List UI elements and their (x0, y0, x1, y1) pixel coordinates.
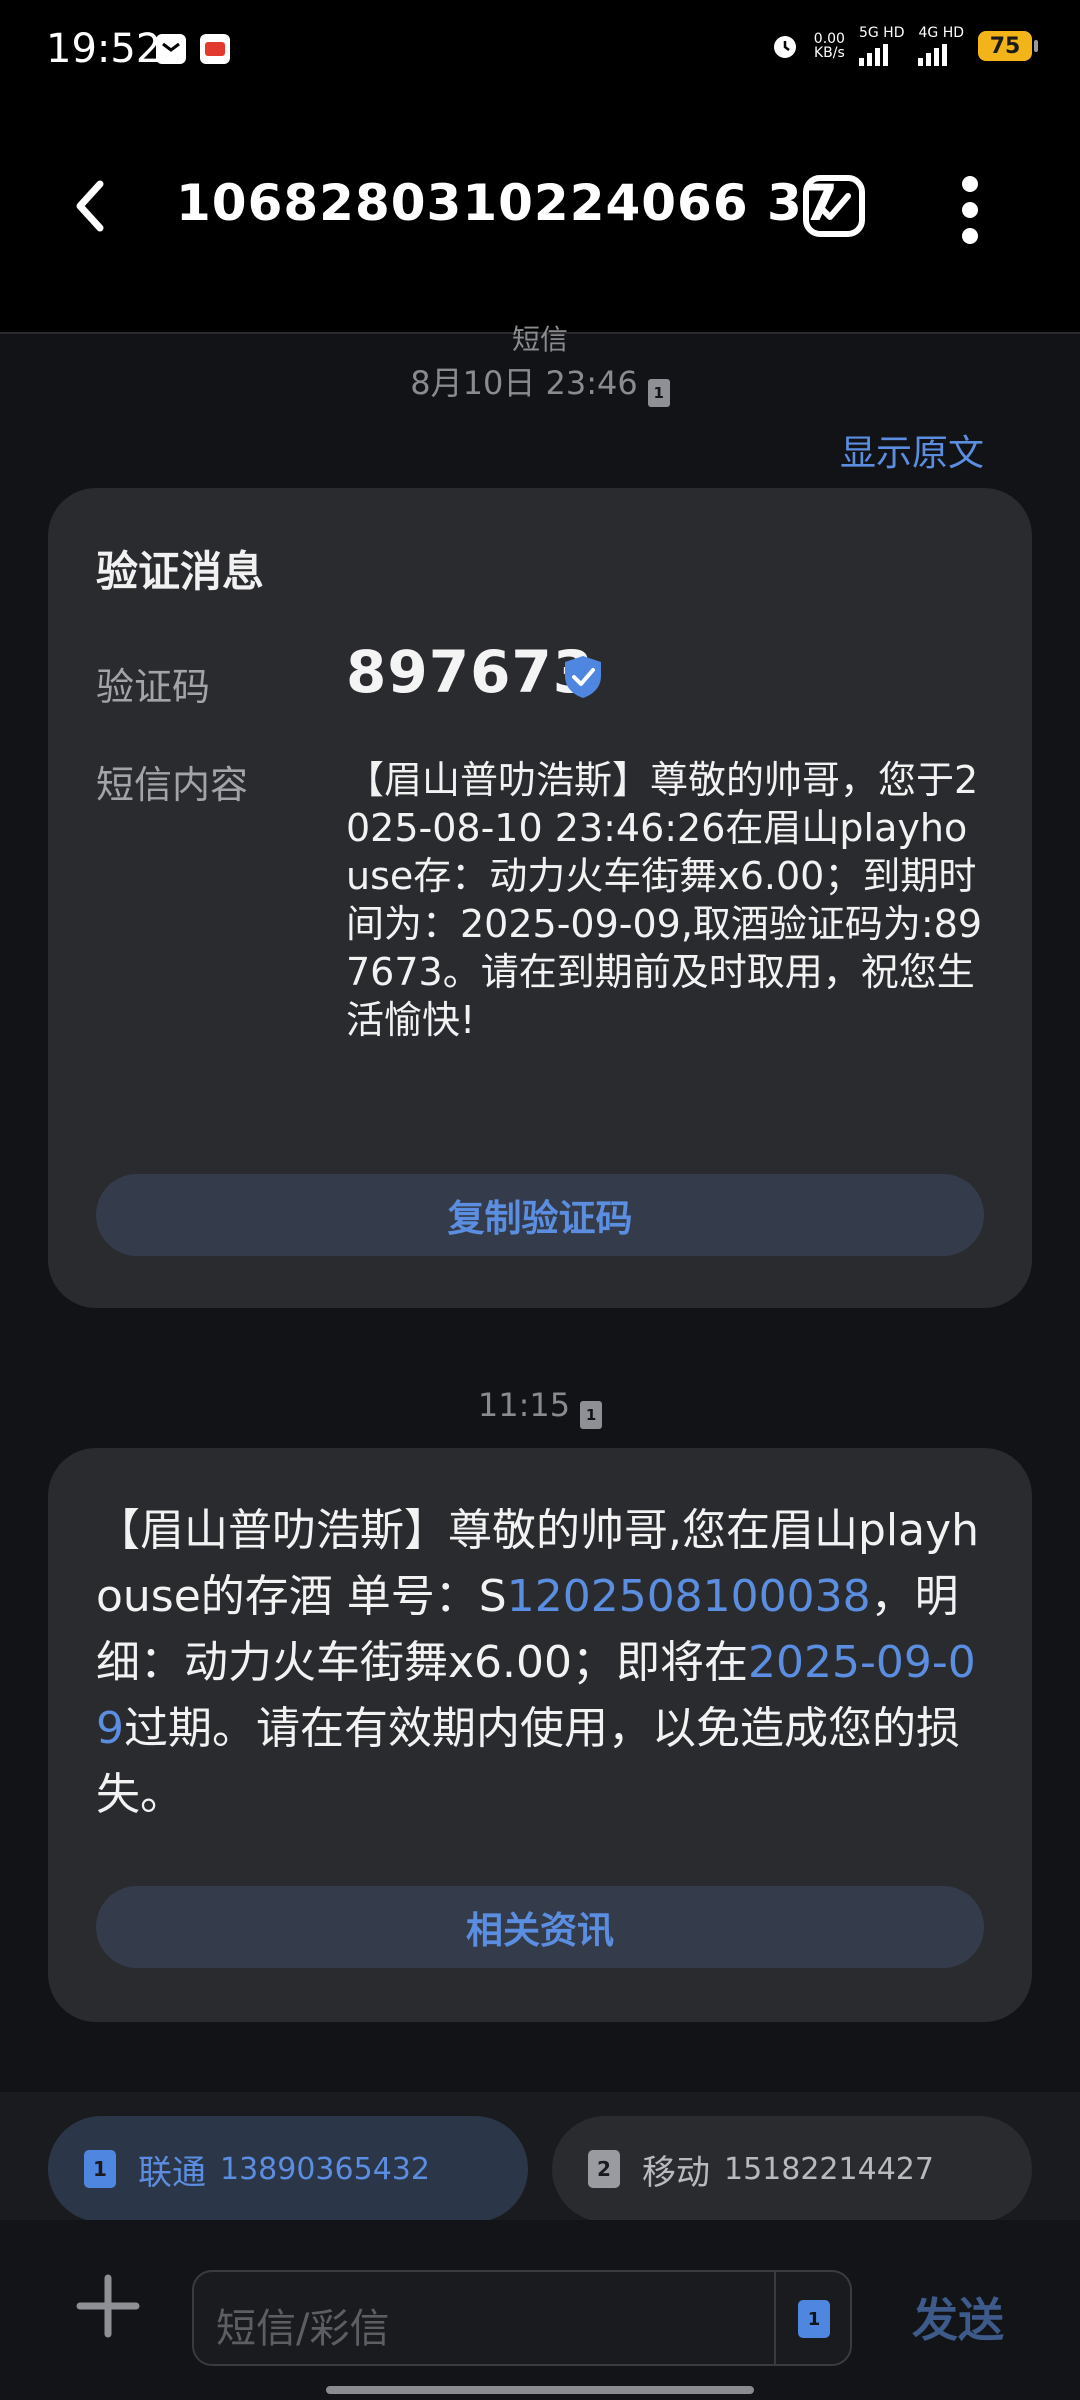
related-info-button[interactable]: 相关资讯 (96, 1886, 984, 1968)
checkbox-icon (803, 175, 865, 237)
order-number-link[interactable]: 1202508100038 (507, 1571, 871, 1622)
input-divider (774, 2272, 776, 2364)
sim2-number: 15182214427 (724, 2151, 934, 2187)
verification-code[interactable]: 897673 (346, 638, 594, 706)
send-button[interactable]: 发送 (912, 2284, 1004, 2350)
plus-icon (76, 2274, 140, 2338)
input-placeholder: 短信/彩信 (216, 2306, 390, 2352)
page-title: 1068280310224066 37 (176, 174, 839, 232)
add-attachment-button[interactable] (76, 2274, 140, 2338)
net-speed-value: 0.00 (813, 31, 845, 47)
alarm-icon (773, 36, 796, 58)
timestamp-text: 11:15 (477, 1386, 571, 1424)
sim1-number: 13890365432 (220, 2151, 430, 2187)
app-notification-icon (200, 34, 230, 64)
select-messages-button[interactable] (800, 172, 868, 240)
sim2-option[interactable]: 2 移动 15182214427 (552, 2116, 1032, 2222)
verification-heading: 验证消息 (96, 547, 265, 596)
composer-bar: 短信/彩信 1 发送 (0, 2220, 1080, 2400)
sim-card-icon: 2 (588, 2150, 620, 2188)
sim2-signal: 4G HD (918, 26, 964, 66)
message-text-part: 过期。请在有效期内使用，以免造成您的损失。 (96, 1703, 960, 1820)
signal-bars-icon (918, 40, 964, 66)
conversation-header: 1068280310224066 37 (0, 100, 1080, 334)
code-label: 验证码 (96, 665, 211, 709)
source-label-text: 短信 (511, 323, 568, 356)
sms-content: 【眉山普叻浩斯】尊敬的帅哥，您于2025-08-10 23:46:26在眉山pl… (346, 758, 983, 1042)
status-right-group: 0.00 KB/s 5G HD 4G HD 75 (770, 25, 1038, 66)
sim-card-icon: 1 (647, 379, 670, 407)
message-bubble: 【眉山普叻浩斯】尊敬的帅哥,您在眉山playhouse的存酒 单号：S12025… (48, 1448, 1032, 2022)
message-input[interactable]: 短信/彩信 1 (192, 2270, 852, 2366)
message-source-label: 短信 (0, 318, 1080, 358)
verification-card: 验证消息 验证码 897673 短信内容 【眉山普叻浩斯】尊敬的帅哥，您于202… (48, 488, 1032, 1308)
sim-switch-button[interactable]: 1 (798, 2300, 830, 2338)
copy-code-button[interactable]: 复制验证码 (96, 1174, 984, 1256)
show-original-link[interactable]: 显示原文 (840, 424, 984, 476)
back-arrow-icon (76, 180, 104, 232)
sim-card-icon: 1 (84, 2150, 116, 2188)
status-bar: 19:52 0.00 KB/s 5G HD 4G HD 75 (0, 0, 1080, 100)
net-speed: 0.00 KB/s (814, 32, 845, 60)
sim1-option[interactable]: 1 联通 13890365432 (48, 2116, 528, 2222)
message-notification-icon (156, 34, 186, 64)
content-label: 短信内容 (96, 763, 249, 807)
timestamp-text: 8月10日 23:46 (410, 364, 638, 402)
sim2-network-type: 4G HD (918, 25, 964, 41)
signal-bars-icon (858, 40, 905, 66)
sim1-carrier: 联通 (138, 2152, 206, 2193)
more-vertical-icon (962, 176, 978, 244)
net-speed-unit: KB/s (813, 45, 845, 61)
verified-shield-icon (565, 656, 601, 698)
message-timestamp: 11:15 1 (0, 1386, 1080, 1429)
message-text: 【眉山普叻浩斯】尊敬的帅哥,您在眉山playhouse的存酒 单号：S12025… (96, 1498, 996, 1828)
sim-card-icon: 1 (580, 1401, 603, 1429)
sim1-network-type: 5G HD (858, 25, 905, 41)
battery-icon: 75 (978, 31, 1038, 61)
message-timestamp: 8月10日 23:46 1 (0, 358, 1080, 407)
sim2-carrier: 移动 (642, 2152, 710, 2193)
more-options-button[interactable] (940, 170, 1000, 250)
sim1-signal: 5G HD (858, 25, 905, 66)
status-time: 19:52 (46, 26, 162, 72)
home-indicator (326, 2386, 754, 2394)
back-button[interactable] (60, 166, 120, 246)
